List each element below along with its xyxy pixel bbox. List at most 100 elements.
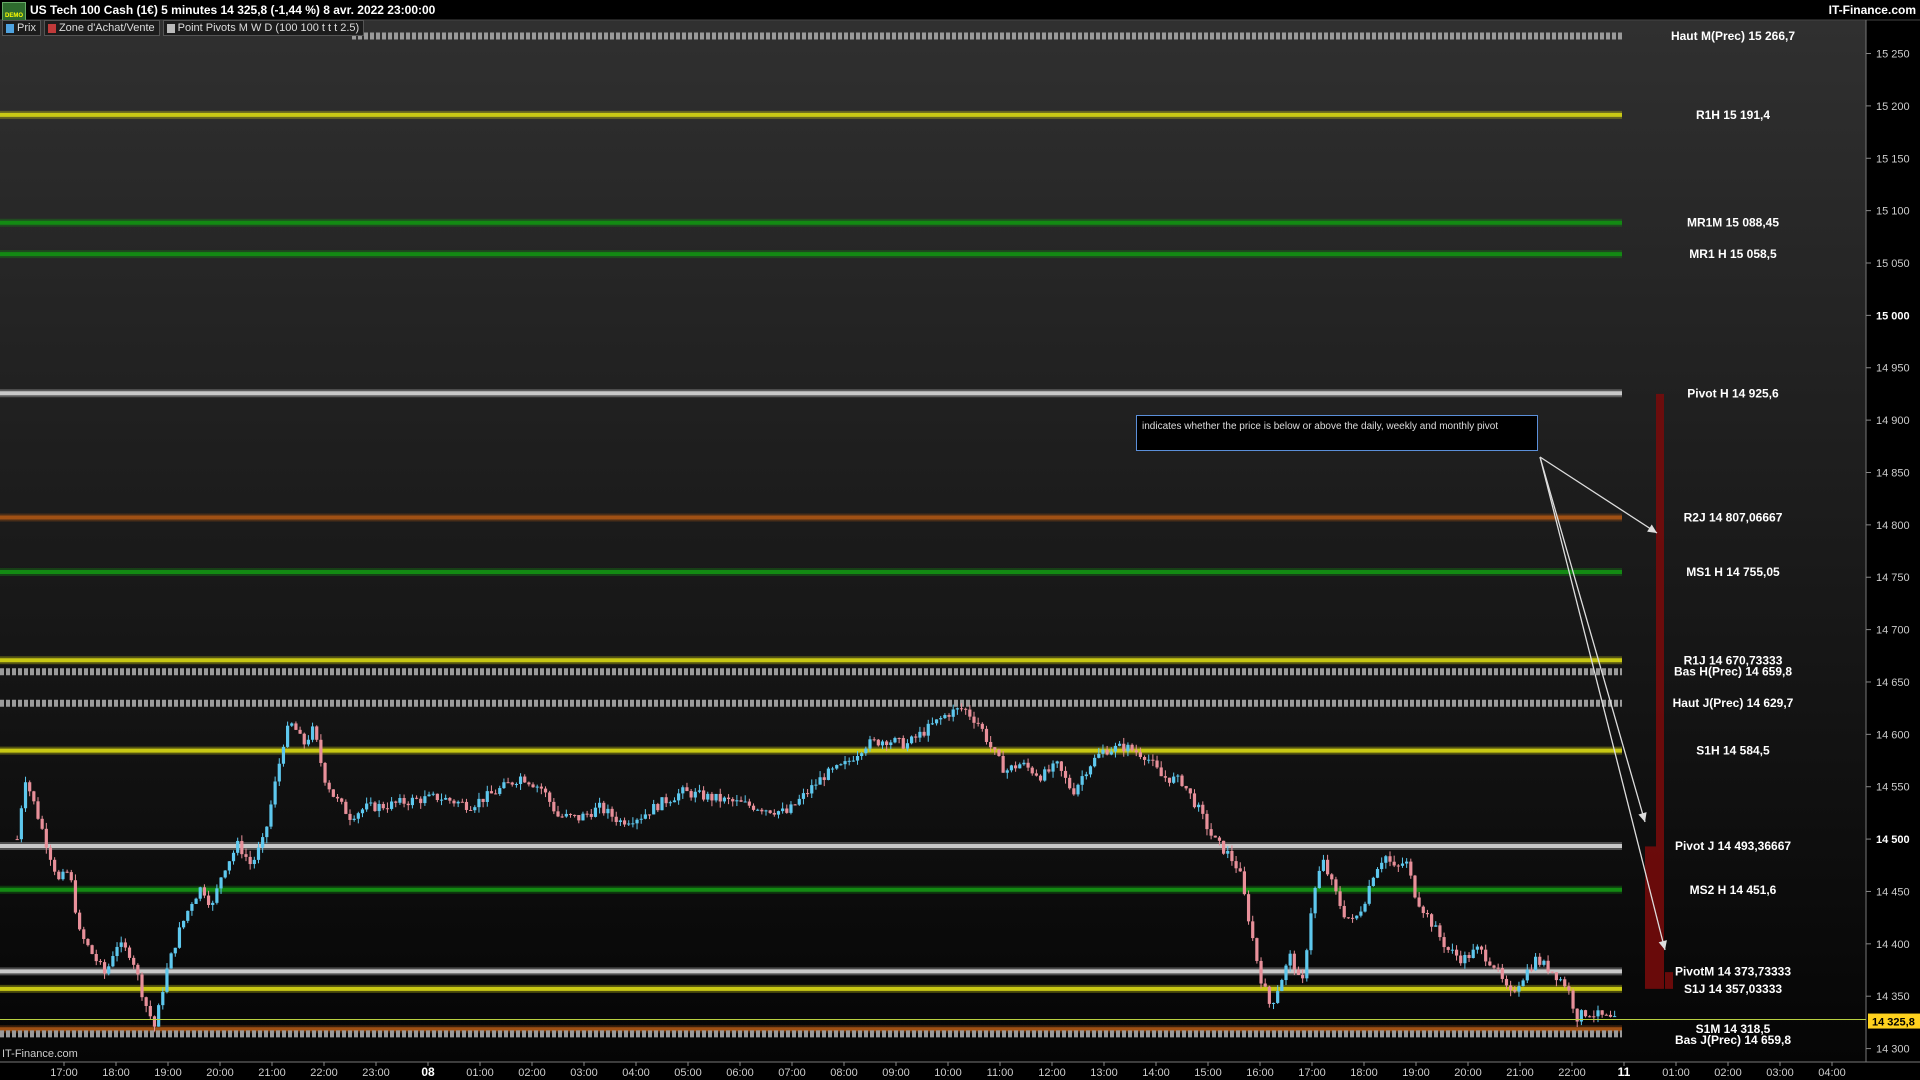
candle-body: [772, 812, 776, 815]
candle-body: [751, 805, 756, 810]
candle-body: [964, 708, 968, 710]
x-tick-label: 11:00: [987, 1067, 1014, 1079]
x-tick-label: 08: [421, 1065, 435, 1079]
candle-body: [1600, 1010, 1604, 1015]
legend-item-zone[interactable]: Zone d'Achat/Vente: [43, 20, 160, 36]
price-chart[interactable]: 14 300 14 350 14 400 14 450 14 500 14 550 14 6…: [0, 0, 1920, 1080]
candle-body: [1583, 1010, 1588, 1017]
candle-body: [398, 798, 402, 803]
candle-body: [373, 802, 377, 812]
candle-body: [976, 722, 980, 724]
level-label: R2J 14 807,06667: [1684, 510, 1783, 524]
candle-body: [448, 797, 452, 801]
candle-body: [693, 791, 697, 798]
candle-body: [523, 776, 527, 783]
candle-body: [747, 801, 751, 806]
candle-body: [1255, 938, 1259, 961]
candle-body: [1608, 1014, 1613, 1017]
indicator-legend: Prix Zone d'Achat/Vente Point Pivots M W…: [2, 20, 365, 36]
footer-watermark: IT-Finance.com: [2, 1048, 78, 1060]
x-tick-label: 01:00: [1662, 1067, 1690, 1079]
candle-body: [1192, 793, 1197, 808]
candle-body: [1209, 829, 1213, 836]
candle-body: [439, 799, 444, 801]
candle-body: [610, 808, 614, 817]
legend-item-prix[interactable]: Prix: [2, 20, 41, 36]
candle-body: [1251, 921, 1255, 939]
candle-body: [223, 870, 227, 878]
candle-body: [602, 802, 606, 814]
candle-body: [277, 763, 281, 782]
candle-body: [1093, 757, 1097, 767]
candle-body: [1034, 773, 1038, 776]
candle-body: [897, 738, 901, 740]
candle-body: [1592, 1016, 1596, 1018]
y-tick-label: 15 250: [1876, 49, 1910, 61]
candle-body: [419, 798, 423, 804]
candle-body: [639, 818, 643, 820]
y-tick-label: 15 200: [1876, 101, 1910, 113]
legend-item-pivots[interactable]: Point Pivots M W D (100 100 t t t 2.5): [162, 20, 365, 36]
y-tick-label: 14 900: [1876, 415, 1910, 427]
candle-body: [1538, 956, 1542, 965]
candle-body: [876, 739, 880, 746]
candle-body: [606, 808, 610, 814]
candle-body: [1305, 950, 1309, 979]
candle-body: [186, 910, 190, 921]
candle-body: [868, 739, 872, 749]
candle-body: [1521, 980, 1525, 987]
candle-body: [1467, 955, 1471, 959]
candle-body: [464, 801, 469, 810]
candle-body: [477, 798, 481, 808]
candle-body: [1080, 776, 1084, 785]
x-tick-label: 08:00: [830, 1067, 858, 1079]
y-tick-label: 15 000: [1876, 310, 1910, 322]
candle-body: [1542, 960, 1546, 965]
candle-body: [1184, 785, 1188, 789]
candle-body: [1309, 913, 1313, 951]
level-label: PivotM 14 373,73333: [1675, 964, 1791, 978]
candle-body: [1130, 744, 1134, 751]
candle-body: [1367, 885, 1371, 904]
candle-body: [489, 791, 494, 794]
candle-body: [880, 741, 885, 746]
candle-body: [469, 809, 473, 811]
x-tick-label: 17:00: [50, 1067, 78, 1079]
x-tick-label: 17:00: [1298, 1067, 1326, 1079]
candle-body: [1242, 871, 1246, 895]
candle-body: [1509, 985, 1513, 991]
annotation-box[interactable]: indicates whether the price is below or …: [1136, 415, 1538, 451]
candle-body: [123, 942, 127, 948]
x-tick-label: 22:00: [1558, 1067, 1586, 1079]
candle-body: [1001, 755, 1005, 773]
plot-area: [0, 20, 1866, 1062]
candle-body: [1217, 837, 1222, 841]
candle-body: [672, 800, 677, 803]
candle-body: [1317, 870, 1321, 889]
candle-body: [1188, 788, 1192, 794]
x-tick-label: 18:00: [102, 1067, 130, 1079]
candle-body: [1176, 775, 1180, 777]
candle-body: [140, 974, 144, 998]
candle-body: [1167, 777, 1172, 783]
candle-body: [452, 800, 456, 804]
candle-body: [90, 945, 94, 954]
candle-body: [236, 840, 240, 853]
candle-body: [706, 793, 710, 800]
candle-body: [86, 938, 90, 946]
candle-body: [1459, 955, 1463, 964]
candle-body: [369, 802, 373, 804]
candle-body: [1009, 765, 1014, 771]
candle-body: [1375, 869, 1380, 878]
candle-body: [410, 797, 414, 806]
candle-body: [48, 847, 53, 860]
candle-body: [1180, 775, 1184, 786]
candle-body: [702, 790, 706, 800]
candle-body: [627, 823, 631, 825]
candle-body: [152, 1016, 157, 1027]
candle-body: [722, 797, 726, 802]
candle-body: [1421, 906, 1425, 914]
candle-body: [980, 723, 984, 729]
candle-body: [914, 736, 918, 738]
candle-body: [148, 1005, 152, 1017]
